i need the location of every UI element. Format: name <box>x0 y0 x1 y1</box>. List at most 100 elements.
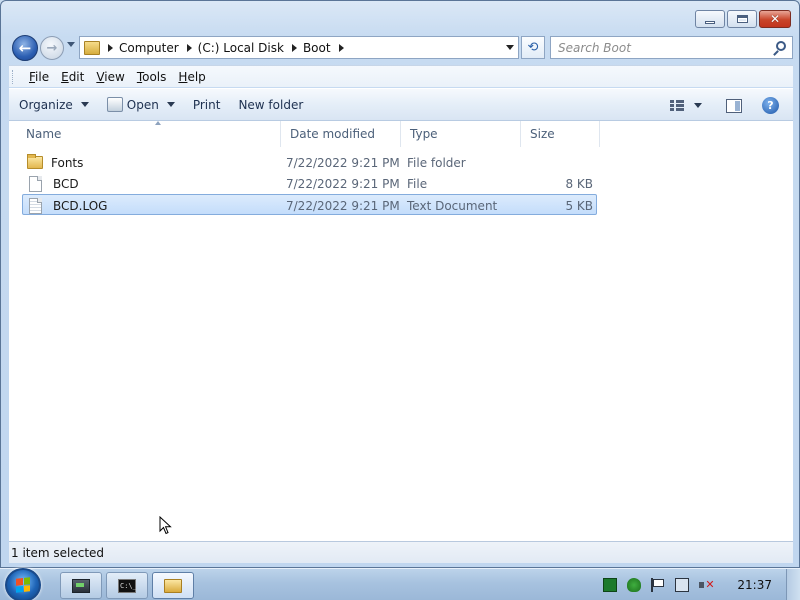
file-row-bcd-log[interactable]: BCD.LOG 7/22/2022 9:21 PM Text Document … <box>22 194 597 215</box>
address-bar[interactable]: Computer (C:) Local Disk Boot <box>79 36 519 59</box>
command-prompt-icon: C:\_ <box>118 578 137 593</box>
taskbar-command-prompt[interactable]: C:\_ <box>106 572 148 599</box>
show-desktop-button[interactable] <box>786 569 800 600</box>
breadcrumb-separator-icon[interactable] <box>186 43 192 52</box>
status-square-icon[interactable] <box>603 578 618 592</box>
server-manager-icon <box>72 578 90 593</box>
forward-arrow-icon: → <box>46 40 58 56</box>
new-folder-button[interactable]: New folder <box>238 98 303 112</box>
file-name-cell: BCD <box>29 173 79 194</box>
print-button[interactable]: Print <box>193 98 221 112</box>
network-icon[interactable] <box>675 578 690 592</box>
close-icon: ✕ <box>769 12 781 26</box>
menu-view-label: iew <box>104 69 125 84</box>
breadcrumb-local-disk[interactable]: (C:) Local Disk <box>198 41 284 55</box>
menu-tools[interactable]: Tools <box>131 70 173 84</box>
column-header-size[interactable]: Size <box>521 121 600 147</box>
search-input[interactable] <box>551 40 761 55</box>
menu-edit-label: dit <box>68 69 85 84</box>
menu-help-label: elp <box>187 69 206 84</box>
file-icon <box>29 175 42 192</box>
file-date-cell: 7/22/2022 9:21 PM <box>286 198 400 213</box>
menu-bar: File Edit View Tools Help <box>9 65 793 87</box>
back-button[interactable]: ← <box>12 35 38 61</box>
menu-file[interactable]: File <box>23 70 55 84</box>
refresh-icon: ⟲ <box>527 40 539 55</box>
maximize-button[interactable] <box>727 10 757 28</box>
menu-edit[interactable]: Edit <box>55 70 90 84</box>
menu-file-label: ile <box>35 69 50 84</box>
minimize-icon <box>705 20 715 24</box>
volume-muted-icon[interactable] <box>699 578 715 592</box>
preview-pane-icon[interactable] <box>726 98 742 113</box>
help-icon[interactable]: ? <box>762 97 779 114</box>
open-button[interactable]: Open <box>106 97 175 112</box>
maximize-icon <box>736 15 748 23</box>
taskbar: C:\_ 21:37 <box>0 568 800 600</box>
breadcrumb-boot[interactable]: Boot <box>303 41 331 55</box>
chevron-down-icon <box>80 102 89 107</box>
change-view-icon[interactable] <box>670 99 686 112</box>
file-row-bcd[interactable]: BCD 7/22/2022 9:21 PM File 8 KB <box>22 173 597 194</box>
file-name-cell: BCD.LOG <box>29 195 107 216</box>
search-box <box>550 36 793 59</box>
menu-view[interactable]: View <box>90 70 130 84</box>
recent-pages-dropdown-icon[interactable] <box>67 42 75 47</box>
action-center-flag-icon[interactable] <box>651 578 665 592</box>
file-date-cell: 7/22/2022 9:21 PM <box>286 176 400 191</box>
breadcrumb-separator-icon[interactable] <box>338 43 344 52</box>
column-header-type[interactable]: Type <box>401 121 521 147</box>
close-button[interactable]: ✕ <box>759 10 791 28</box>
column-size-label: Size <box>530 127 555 141</box>
windows-logo-icon <box>16 577 30 593</box>
breadcrumb-separator-icon[interactable] <box>108 43 113 52</box>
taskbar-server-manager[interactable] <box>60 572 102 599</box>
organize-button[interactable]: Organize <box>19 98 89 112</box>
notepad-icon <box>106 97 123 112</box>
column-headers: Name Date modified Type Size <box>9 121 793 147</box>
column-name-label: Name <box>26 127 62 141</box>
system-tray: 21:37 <box>593 569 800 600</box>
clock[interactable]: 21:37 <box>737 578 772 592</box>
status-bar: 1 item selected <box>9 541 793 563</box>
file-type-cell: File <box>407 176 428 191</box>
folder-icon <box>164 578 182 593</box>
file-size-cell: 5 KB <box>565 198 593 213</box>
column-header-name[interactable]: Name <box>17 121 281 147</box>
print-label: Print <box>192 97 221 112</box>
sort-ascending-icon <box>155 121 161 125</box>
minimize-button[interactable] <box>695 10 725 28</box>
folder-icon <box>84 40 100 55</box>
address-dropdown-icon[interactable] <box>506 45 514 50</box>
command-bar-right: ? <box>670 89 793 122</box>
file-name: BCD.LOG <box>53 198 108 213</box>
taskbar-windows-explorer[interactable] <box>152 572 194 599</box>
file-list-pane[interactable]: Name Date modified Type Size Fonts 7/22/… <box>9 121 793 541</box>
search-icon[interactable] <box>776 41 786 51</box>
file-row-fonts[interactable]: Fonts 7/22/2022 9:21 PM File folder <box>22 152 597 173</box>
explorer-window: ✕ ← → Computer (C:) Local Disk Boot ⟲ Fi… <box>0 0 800 568</box>
file-size-cell: 8 KB <box>565 176 593 191</box>
mouse-pointer-icon <box>159 516 172 535</box>
breadcrumb-computer[interactable]: Computer <box>119 41 179 55</box>
caption-buttons: ✕ <box>695 10 791 28</box>
file-date-cell: 7/22/2022 9:21 PM <box>286 155 400 170</box>
folder-icon <box>27 154 43 169</box>
column-header-date[interactable]: Date modified <box>281 121 401 147</box>
file-size-cell <box>522 152 593 173</box>
breadcrumb-separator-icon[interactable] <box>291 43 297 52</box>
menu-grip <box>12 69 15 84</box>
forward-button[interactable]: → <box>40 36 64 60</box>
help-glyph: ? <box>767 99 774 112</box>
column-date-label: Date modified <box>290 127 376 141</box>
chevron-down-icon[interactable] <box>166 102 175 107</box>
menu-help[interactable]: Help <box>172 70 211 84</box>
column-type-label: Type <box>410 127 438 141</box>
new-folder-label: New folder <box>238 97 304 112</box>
file-type-cell: File folder <box>407 155 466 170</box>
refresh-button[interactable]: ⟲ <box>521 36 545 59</box>
security-shield-icon[interactable] <box>627 578 642 592</box>
view-options-dropdown-icon[interactable] <box>694 103 702 108</box>
start-button[interactable] <box>5 568 41 600</box>
file-name-cell: Fonts <box>27 152 83 173</box>
